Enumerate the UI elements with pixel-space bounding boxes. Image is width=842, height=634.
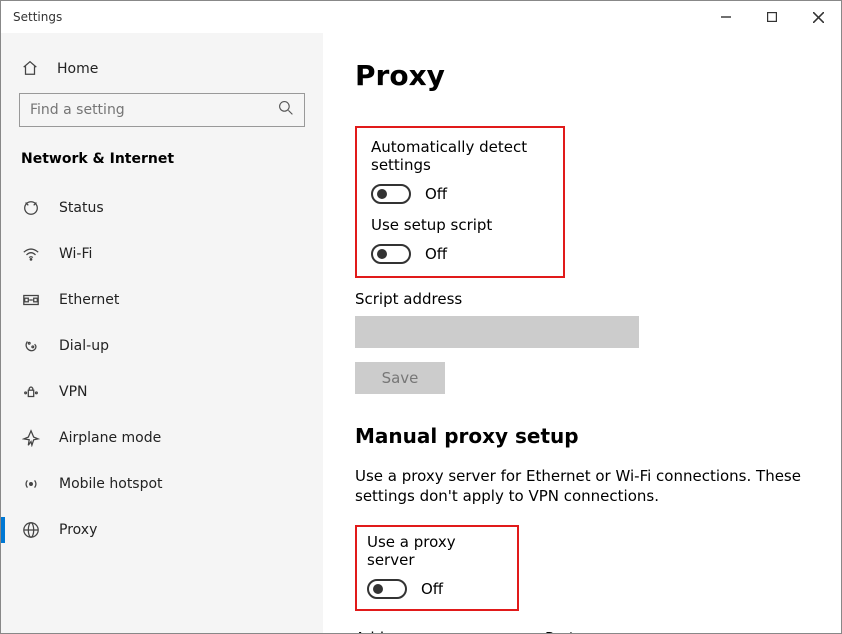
use-proxy-label: Use a proxy server [367,533,507,569]
window-minimize-button[interactable] [703,1,749,33]
ethernet-icon [21,290,41,310]
script-address-label: Script address [355,290,801,308]
use-script-label: Use setup script [371,216,549,234]
sidebar-item-label: Mobile hotspot [59,476,163,492]
use-script-state: Off [425,245,447,263]
hotspot-icon [21,474,41,494]
sidebar-item-wifi[interactable]: Wi-Fi [1,231,323,277]
use-proxy-state: Off [421,580,443,598]
sidebar-item-vpn[interactable]: VPN [1,369,323,415]
sidebar-item-ethernet[interactable]: Ethernet [1,277,323,323]
manual-section-title: Manual proxy setup [355,424,801,448]
vpn-icon [21,382,41,402]
sidebar-item-label: Proxy [59,522,97,538]
dialup-icon [21,336,41,356]
window-maximize-button[interactable] [749,1,795,33]
save-button: Save [355,362,445,394]
main-content: Proxy Automatically detect settings Off … [323,33,841,633]
address-label: Address [355,629,519,634]
auto-setup-highlight: Automatically detect settings Off Use se… [355,126,565,278]
auto-detect-state: Off [425,185,447,203]
window-title: Settings [13,10,62,24]
sidebar-item-label: Ethernet [59,292,119,308]
manual-section-desc: Use a proxy server for Ethernet or Wi-Fi… [355,466,801,507]
sidebar-item-status[interactable]: Status [1,185,323,231]
home-label: Home [57,61,98,77]
sidebar-item-label: Status [59,200,104,216]
home-link[interactable]: Home [1,47,323,93]
auto-detect-toggle[interactable] [371,184,411,204]
window-titlebar: Settings [1,1,841,33]
sidebar-item-dialup[interactable]: Dial-up [1,323,323,369]
auto-detect-label: Automatically detect settings [371,138,549,174]
sidebar-item-label: Wi-Fi [59,246,92,262]
sidebar-item-proxy[interactable]: Proxy [1,507,323,553]
wifi-icon [21,244,41,264]
use-proxy-toggle[interactable] [367,579,407,599]
proxy-icon [21,520,41,540]
home-icon [21,59,41,79]
sidebar-group-title: Network & Internet [1,145,323,185]
use-script-toggle[interactable] [371,244,411,264]
page-title: Proxy [355,59,801,92]
sidebar-item-label: VPN [59,384,88,400]
sidebar: Home Network & Internet Status [1,33,323,633]
sidebar-item-label: Dial-up [59,338,109,354]
sidebar-item-hotspot[interactable]: Mobile hotspot [1,461,323,507]
port-label: Port [545,629,639,634]
status-icon [21,198,41,218]
search-input-container[interactable] [19,93,305,127]
airplane-icon [21,428,41,448]
sidebar-item-airplane[interactable]: Airplane mode [1,415,323,461]
search-input[interactable] [30,102,278,118]
window-close-button[interactable] [795,1,841,33]
search-icon [278,100,294,120]
use-proxy-highlight: Use a proxy server Off [355,525,519,611]
sidebar-item-label: Airplane mode [59,430,161,446]
script-address-input [355,316,639,348]
